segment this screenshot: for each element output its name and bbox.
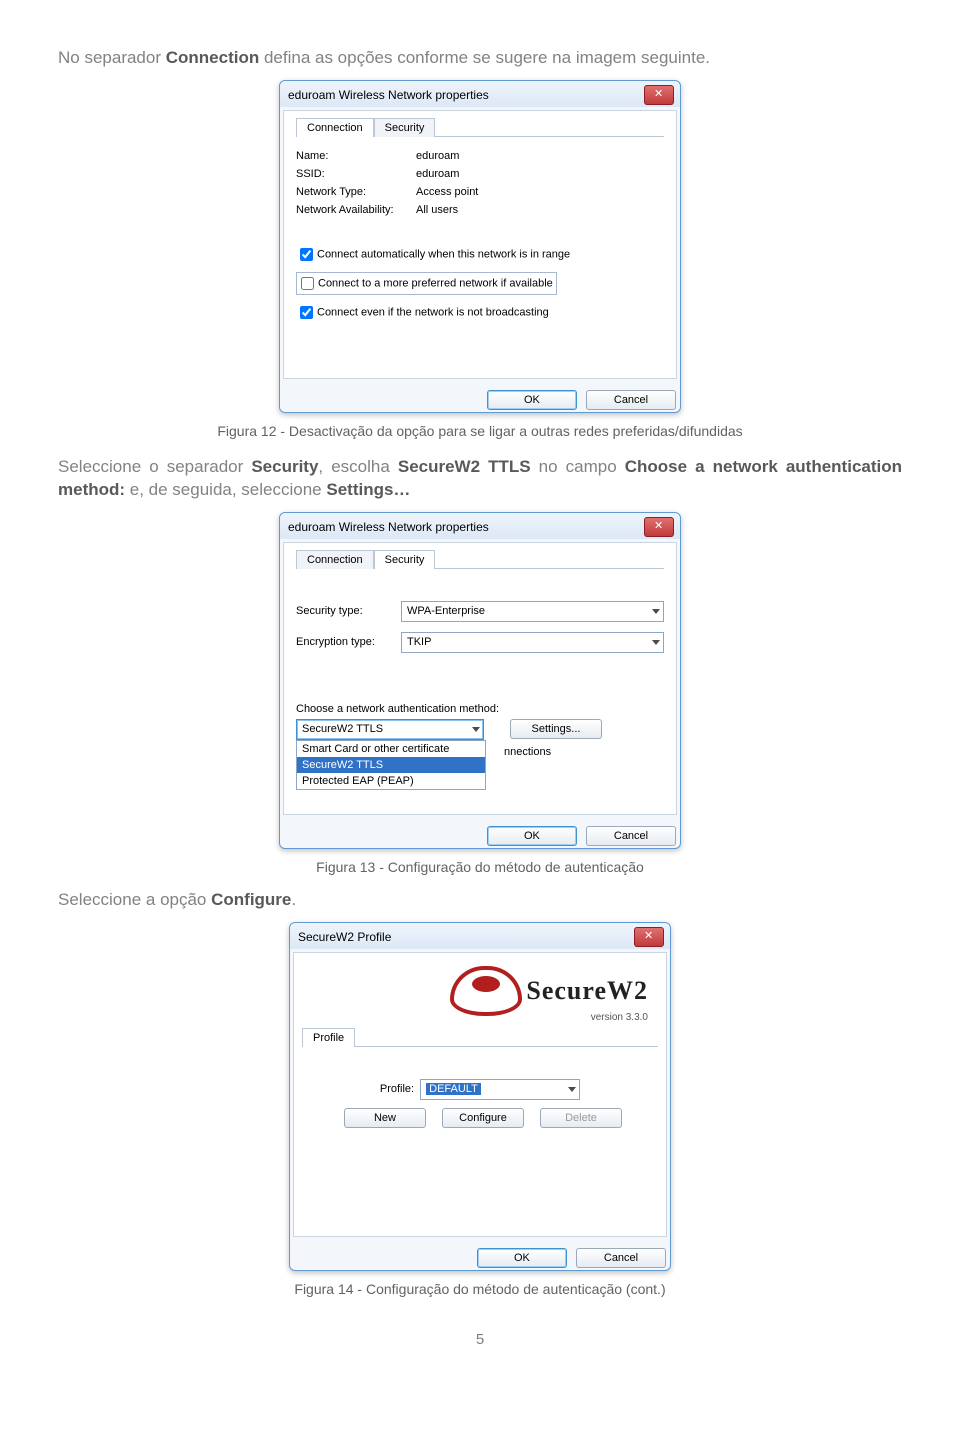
chk3-label: Connect even if the network is not broad… bbox=[317, 306, 549, 318]
checkbox-preferred-network[interactable]: Connect to a more preferred network if a… bbox=[296, 272, 557, 295]
profile-label: Profile: bbox=[380, 1083, 414, 1095]
p2c: , escolha bbox=[318, 457, 397, 476]
chk2-label: Connect to a more preferred network if a… bbox=[318, 277, 553, 289]
profile-value: DEFAULT bbox=[426, 1083, 481, 1095]
figure-14: SecureW2 Profile SecureW2 version 3.3.0 … bbox=[58, 922, 902, 1271]
intro-paragraph-2: Seleccione o separador Security, escolha… bbox=[58, 456, 902, 502]
choose-method-label: Choose a network authentication method: bbox=[296, 703, 664, 715]
chevron-down-icon bbox=[568, 1087, 576, 1092]
checkbox-not-broadcasting-input[interactable] bbox=[300, 306, 313, 319]
tabs: Connection Security bbox=[296, 549, 664, 569]
ok-button[interactable]: OK bbox=[487, 826, 577, 846]
intro1-pre: No separador bbox=[58, 48, 166, 67]
nettype-label: Network Type: bbox=[296, 186, 416, 198]
new-button[interactable]: New bbox=[344, 1108, 426, 1128]
figure-14-caption: Figura 14 - Configuração do método de au… bbox=[58, 1281, 902, 1297]
figure-12-caption: Figura 12 - Desactivação da opção para s… bbox=[58, 423, 902, 439]
option-securew2-ttls[interactable]: SecureW2 TTLS bbox=[297, 757, 485, 773]
ssid-value: eduroam bbox=[416, 168, 459, 180]
figure-13-caption: Figura 13 - Configuração do método de au… bbox=[58, 859, 902, 875]
p2a: Seleccione o separador bbox=[58, 457, 251, 476]
checkbox-auto-connect-input[interactable] bbox=[300, 248, 313, 261]
option-smart-card[interactable]: Smart Card or other certificate bbox=[297, 741, 485, 757]
window-title: eduroam Wireless Network properties bbox=[288, 520, 489, 534]
tab-connection[interactable]: Connection bbox=[296, 118, 374, 137]
close-icon[interactable] bbox=[634, 927, 664, 947]
chevron-down-icon bbox=[652, 609, 660, 614]
tabs: Profile bbox=[302, 1027, 658, 1047]
ok-button[interactable]: OK bbox=[477, 1248, 567, 1268]
intro1-bold: Connection bbox=[166, 48, 260, 67]
window-title: SecureW2 Profile bbox=[298, 930, 391, 944]
delete-button[interactable]: Delete bbox=[540, 1108, 622, 1128]
encryption-type-value: TKIP bbox=[407, 636, 431, 648]
security-type-select[interactable]: WPA-Enterprise bbox=[401, 601, 664, 622]
chevron-down-icon bbox=[472, 727, 480, 732]
configure-button[interactable]: Configure bbox=[442, 1108, 524, 1128]
partial-text: nnections bbox=[504, 746, 602, 758]
option-protected-eap[interactable]: Protected EAP (PEAP) bbox=[297, 773, 485, 789]
close-icon[interactable] bbox=[644, 85, 674, 105]
p3a: Seleccione a opção bbox=[58, 890, 211, 909]
name-label: Name: bbox=[296, 150, 416, 162]
settings-button[interactable]: Settings... bbox=[510, 719, 602, 739]
p2g: e, de seguida, seleccione bbox=[125, 480, 326, 499]
auth-method-value: SecureW2 TTLS bbox=[302, 723, 383, 735]
chevron-down-icon bbox=[652, 640, 660, 645]
ssid-label: SSID: bbox=[296, 168, 416, 180]
checkbox-auto-connect[interactable]: Connect automatically when this network … bbox=[296, 245, 664, 264]
encryption-type-select[interactable]: TKIP bbox=[401, 632, 664, 653]
logo-text: SecureW2 bbox=[526, 976, 648, 1006]
nettype-value: Access point bbox=[416, 186, 478, 198]
p3b: Configure bbox=[211, 890, 291, 909]
security-type-label: Security type: bbox=[296, 605, 401, 617]
page-number: 5 bbox=[58, 1331, 902, 1348]
checkbox-preferred-input[interactable] bbox=[301, 277, 314, 290]
tabs: Connection Security bbox=[296, 117, 664, 137]
intro1-post: defina as opções conforme se sugere na i… bbox=[259, 48, 710, 67]
close-icon[interactable] bbox=[644, 517, 674, 537]
tab-security[interactable]: Security bbox=[374, 550, 436, 569]
tab-connection[interactable]: Connection bbox=[296, 550, 374, 569]
security-type-value: WPA-Enterprise bbox=[407, 605, 485, 617]
tab-profile[interactable]: Profile bbox=[302, 1028, 355, 1047]
cancel-button[interactable]: Cancel bbox=[586, 390, 676, 410]
figure-13: eduroam Wireless Network properties Conn… bbox=[58, 512, 902, 849]
securew2-logo: SecureW2 version 3.3.0 bbox=[302, 959, 658, 1021]
p2b: Security bbox=[251, 457, 318, 476]
encryption-type-label: Encryption type: bbox=[296, 636, 401, 648]
checkbox-not-broadcasting[interactable]: Connect even if the network is not broad… bbox=[296, 303, 664, 322]
cancel-button[interactable]: Cancel bbox=[576, 1248, 666, 1268]
window-title: eduroam Wireless Network properties bbox=[288, 88, 489, 102]
avail-value: All users bbox=[416, 204, 458, 216]
dialog-securew2-profile: SecureW2 Profile SecureW2 version 3.3.0 … bbox=[289, 922, 671, 1271]
chk1-label: Connect automatically when this network … bbox=[317, 248, 570, 260]
intro-paragraph-1: No separador Connection defina as opções… bbox=[58, 47, 902, 70]
tab-security[interactable]: Security bbox=[374, 118, 436, 137]
intro-paragraph-3: Seleccione a opção Configure. bbox=[58, 889, 902, 912]
p3c: . bbox=[291, 890, 296, 909]
logo-oval-icon bbox=[450, 966, 522, 1016]
p2h: Settings… bbox=[326, 480, 410, 499]
avail-label: Network Availability: bbox=[296, 204, 416, 216]
figure-12: eduroam Wireless Network properties Conn… bbox=[58, 80, 902, 413]
ok-button[interactable]: OK bbox=[487, 390, 577, 410]
profile-select[interactable]: DEFAULT bbox=[420, 1079, 580, 1100]
name-value: eduroam bbox=[416, 150, 459, 162]
p2e: no campo bbox=[531, 457, 625, 476]
dialog-wireless-properties-connection: eduroam Wireless Network properties Conn… bbox=[279, 80, 681, 413]
auth-method-select[interactable]: SecureW2 TTLS bbox=[296, 719, 484, 740]
p2d: SecureW2 TTLS bbox=[398, 457, 531, 476]
version-label: version 3.3.0 bbox=[591, 1012, 648, 1023]
auth-method-dropdown[interactable]: Smart Card or other certificate SecureW2… bbox=[296, 740, 486, 790]
cancel-button[interactable]: Cancel bbox=[586, 826, 676, 846]
dialog-wireless-properties-security: eduroam Wireless Network properties Conn… bbox=[279, 512, 681, 849]
